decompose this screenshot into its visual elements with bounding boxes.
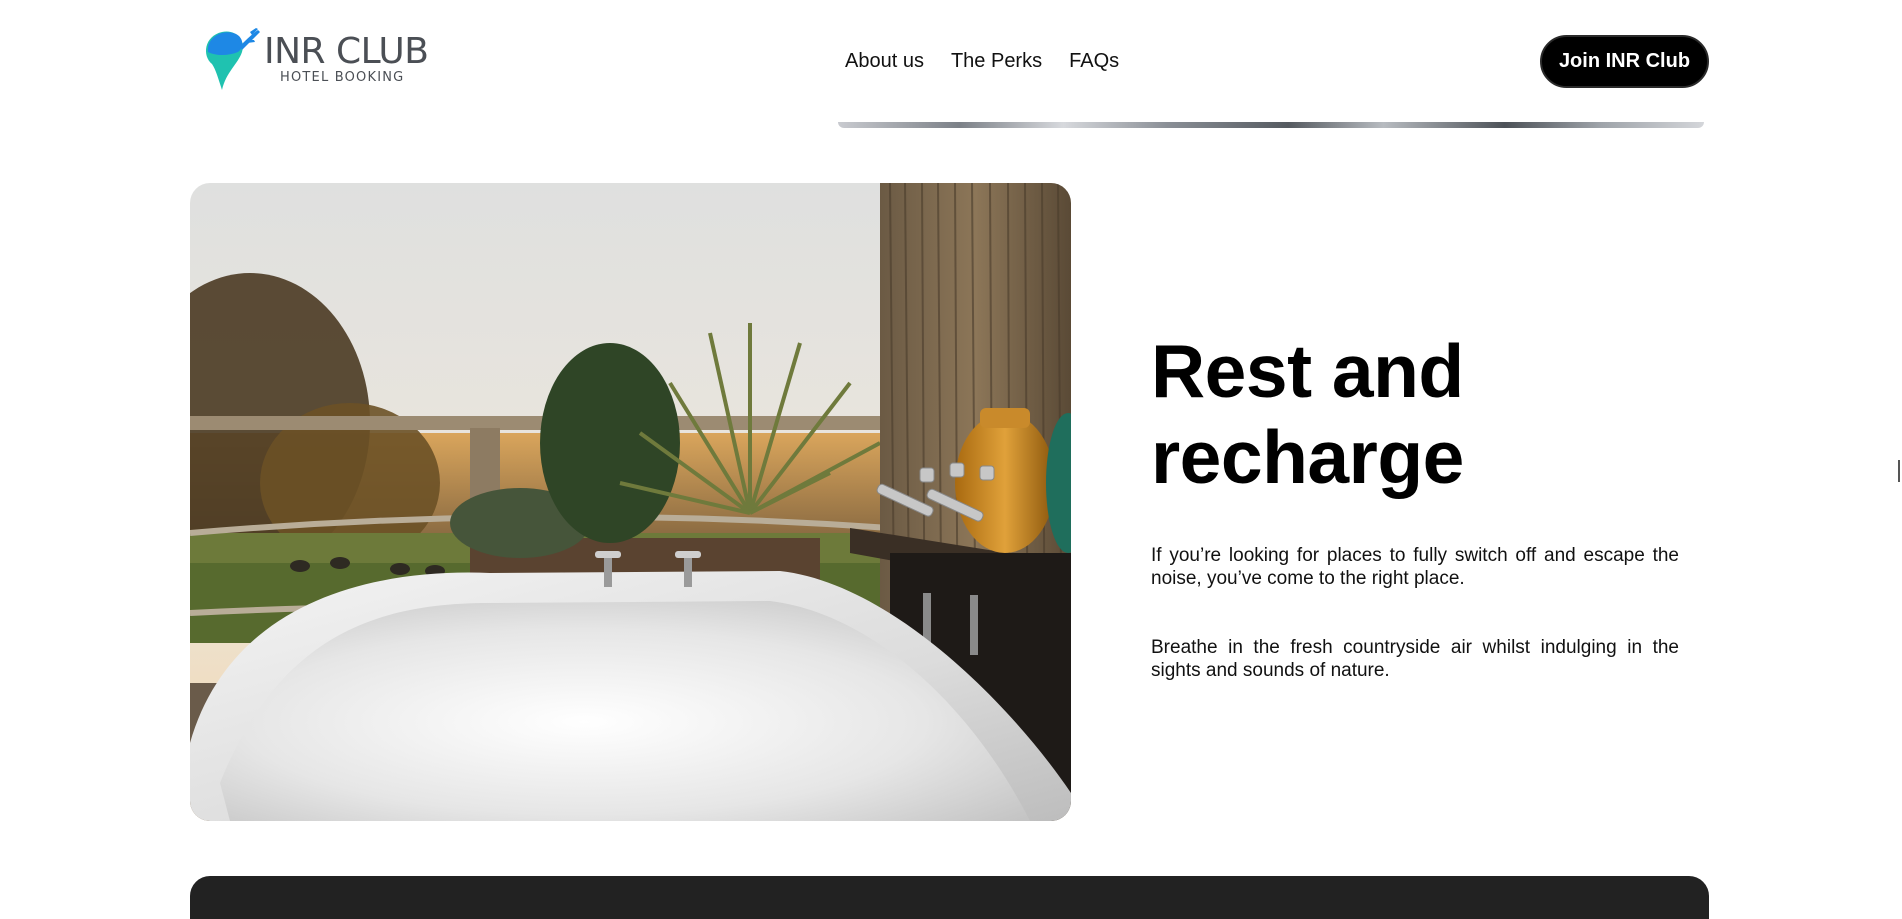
- join-club-button[interactable]: Join INR Club: [1540, 35, 1709, 88]
- feature-headline: Rest and recharge: [1151, 329, 1464, 499]
- site-header: INR CLUB HOTEL BOOKING About us The Perk…: [0, 0, 1902, 122]
- map-pin-plane-icon: [200, 26, 262, 92]
- outdoor-bathtub-image: [190, 183, 1071, 821]
- scrollbar-marker[interactable]: [1898, 460, 1900, 482]
- nav-faqs-link[interactable]: FAQs: [1069, 49, 1119, 73]
- main-nav: About us The Perks FAQs: [845, 49, 1119, 73]
- brand-tagline: HOTEL BOOKING: [280, 70, 405, 85]
- feature-paragraph-2: Breathe in the fresh countryside air whi…: [1151, 637, 1679, 681]
- nav-the-perks-link[interactable]: The Perks: [951, 49, 1042, 73]
- next-section-dark-panel: [190, 876, 1709, 919]
- previous-section-image-edge: [838, 122, 1704, 128]
- brand-logo[interactable]: INR CLUB HOTEL BOOKING: [200, 24, 429, 94]
- brand-name: INR CLUB: [264, 31, 429, 72]
- feature-paragraph-1: If you’re looking for places to fully sw…: [1151, 545, 1679, 589]
- landing-page: INR CLUB HOTEL BOOKING About us The Perk…: [0, 0, 1902, 919]
- nav-about-us-link[interactable]: About us: [845, 49, 924, 73]
